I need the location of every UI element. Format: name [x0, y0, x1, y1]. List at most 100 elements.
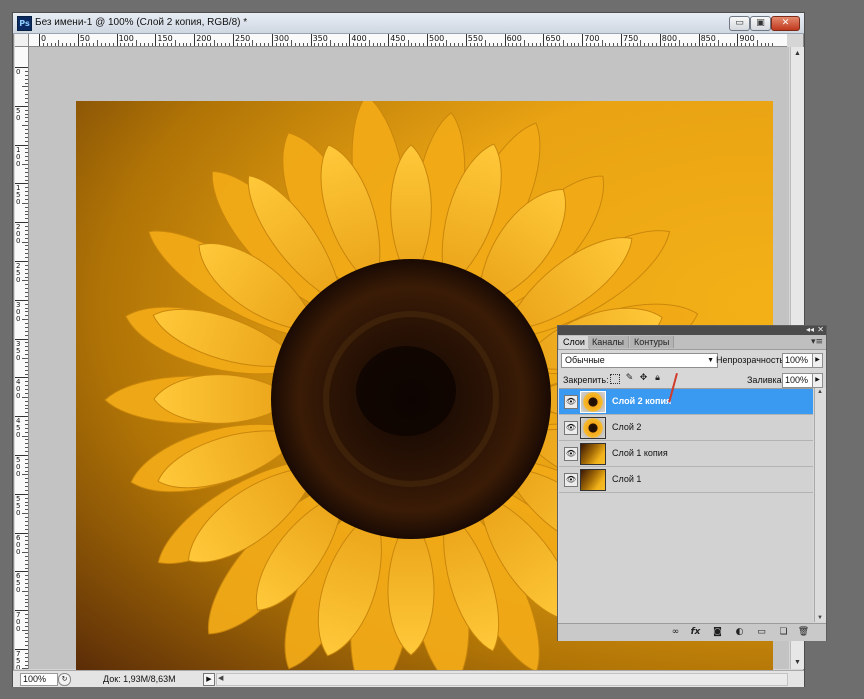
blend-mode-select[interactable]: Обычные ▼ [561, 353, 718, 368]
ruler-minor-tick [25, 140, 28, 142]
ruler-minor-tick [25, 583, 28, 585]
ruler-minor-tick [248, 43, 250, 46]
ruler-minor-tick [636, 43, 638, 46]
ruler-label: 0 [16, 68, 21, 76]
ruler-label: 900 [739, 34, 755, 43]
ruler-minor-tick [25, 602, 28, 604]
ruler-minor-tick [22, 513, 28, 515]
ruler-minor-tick [535, 43, 537, 46]
zoom-input[interactable]: 100% [20, 673, 58, 686]
eye-icon[interactable]: 👁︎ [564, 421, 578, 435]
layer-row[interactable]: 👁︎ Слой 1 копия [559, 441, 813, 467]
layer-row[interactable]: 👁︎ Слой 1 [559, 467, 813, 493]
layer-name[interactable]: Слой 1 копия [612, 448, 668, 458]
layer-list: 👁︎ Слой 2 копия 👁︎ Слой 2 👁︎ Слой 1 копия 👁︎ Сл… [559, 373, 813, 623]
mask-icon[interactable]: ◙ [711, 626, 724, 638]
folder-icon[interactable]: ▭ [755, 626, 768, 638]
close-icon[interactable]: ✕ [817, 325, 824, 335]
ruler-minor-tick [25, 98, 28, 100]
ruler-minor-tick [438, 43, 440, 46]
status-info-icon[interactable]: ↻ [58, 673, 71, 686]
ruler-minor-tick [25, 369, 28, 371]
ruler-origin[interactable] [15, 34, 29, 47]
scroll-up-icon[interactable]: ▲ [817, 389, 823, 395]
ruler-minor-tick [25, 307, 28, 309]
ruler-minor-tick [22, 396, 28, 398]
trash-icon[interactable]: 🗑︎ [797, 626, 810, 638]
ruler-minor-tick [25, 621, 28, 623]
ruler-minor-tick [236, 43, 238, 46]
minimize-button[interactable]: ▭ [729, 16, 750, 31]
ruler-minor-tick [25, 121, 28, 123]
tab-layers[interactable]: Слои [559, 336, 590, 349]
fx-icon[interactable]: fx [689, 626, 702, 638]
layer-name[interactable]: Слой 2 копия [612, 396, 671, 406]
ruler-minor-tick [477, 43, 479, 46]
panel-menu-icon[interactable]: ▾≡ [811, 336, 823, 348]
lock-brush-icon[interactable]: ✎ [624, 373, 635, 384]
scroll-up-icon[interactable]: ▲ [791, 47, 804, 60]
ruler-minor-tick [25, 195, 28, 197]
maximize-button[interactable]: ▣ [750, 16, 771, 31]
ruler-minor-tick [632, 43, 634, 46]
eye-icon[interactable]: 👁︎ [564, 447, 578, 461]
ruler-minor-tick [186, 43, 188, 46]
lock-move-icon[interactable]: ✥ [638, 373, 649, 384]
horizontal-scrollbar[interactable] [216, 673, 788, 686]
ruler-minor-tick [364, 43, 366, 46]
horizontal-ruler[interactable]: 0 50 100 150 200 250 300 350 400 450 500 550 600 650 7… [29, 34, 787, 47]
eye-icon[interactable]: 👁︎ [564, 473, 578, 487]
opacity-input[interactable]: 100% [782, 353, 813, 368]
scroll-down-icon[interactable]: ▼ [791, 656, 804, 669]
ruler-minor-tick [25, 288, 28, 290]
ruler-minor-tick [170, 43, 172, 46]
ruler-minor-tick [70, 43, 72, 46]
scroll-down-icon[interactable]: ▼ [817, 615, 823, 621]
ruler-minor-tick [25, 524, 28, 526]
link-icon[interactable]: ∞ [669, 626, 682, 638]
new-layer-icon[interactable]: ❏ [777, 626, 790, 638]
opacity-slider-button[interactable]: ▶ [812, 353, 823, 368]
vertical-ruler[interactable]: 0 50 100 150 200 250 300 350 400 450 500 550 600 650 7… [15, 47, 29, 669]
layer-name[interactable]: Слой 1 [612, 474, 641, 484]
adjust-icon[interactable]: ◐ [733, 626, 746, 638]
ruler-minor-tick [25, 536, 28, 538]
ruler-minor-tick [485, 40, 487, 46]
ruler-minor-tick [25, 392, 28, 394]
ruler-minor-tick [527, 43, 529, 46]
ruler-minor-tick [558, 43, 560, 46]
panel-header[interactable]: ◂◂ ✕ [558, 325, 826, 335]
ruler-tick [465, 34, 467, 46]
ruler-minor-tick [686, 43, 688, 46]
layer-thumbnail[interactable] [580, 443, 606, 465]
fill-input[interactable]: 100% [782, 373, 813, 388]
ruler-minor-tick [555, 43, 557, 46]
ruler-minor-tick [597, 43, 599, 46]
ruler-minor-tick [252, 40, 254, 46]
layer-row[interactable]: 👁︎ Слой 2 [559, 415, 813, 441]
layer-row[interactable]: 👁︎ Слой 2 копия [559, 389, 813, 415]
tab-paths[interactable]: Контуры [630, 336, 675, 348]
layer-thumbnail[interactable] [580, 417, 606, 439]
layer-thumbnail[interactable] [580, 469, 606, 491]
title-bar[interactable]: Ps Без имени-1 @ 100% (Слой 2 копия, RGB… [13, 13, 804, 34]
ruler-minor-tick [314, 43, 316, 46]
lock-transparent-icon[interactable] [610, 374, 620, 384]
eye-icon[interactable]: 👁︎ [564, 395, 578, 409]
status-bar: 100% ↻ Док: 1,93M/8,63M ▶ ◀ [13, 670, 804, 687]
ruler-tick [621, 34, 622, 46]
ruler-minor-tick [640, 40, 642, 46]
tab-channels[interactable]: Каналы [588, 336, 629, 348]
ruler-minor-tick [209, 43, 211, 46]
ruler-minor-tick [710, 43, 712, 46]
status-menu-button[interactable]: ▶ [203, 673, 215, 686]
ruler-minor-tick [760, 43, 762, 46]
collapse-icon[interactable]: ◂◂ [806, 325, 814, 335]
layer-name[interactable]: Слой 2 [612, 422, 641, 432]
lock-all-icon[interactable]: 🔒︎ [652, 373, 663, 384]
layer-thumbnail[interactable] [580, 391, 606, 413]
fill-slider-button[interactable]: ▶ [812, 373, 823, 388]
layer-list-scrollbar[interactable]: ▲ ▼ [814, 388, 826, 622]
close-button[interactable]: ✕ [771, 16, 800, 31]
scroll-left-icon[interactable]: ◀ [218, 673, 223, 685]
